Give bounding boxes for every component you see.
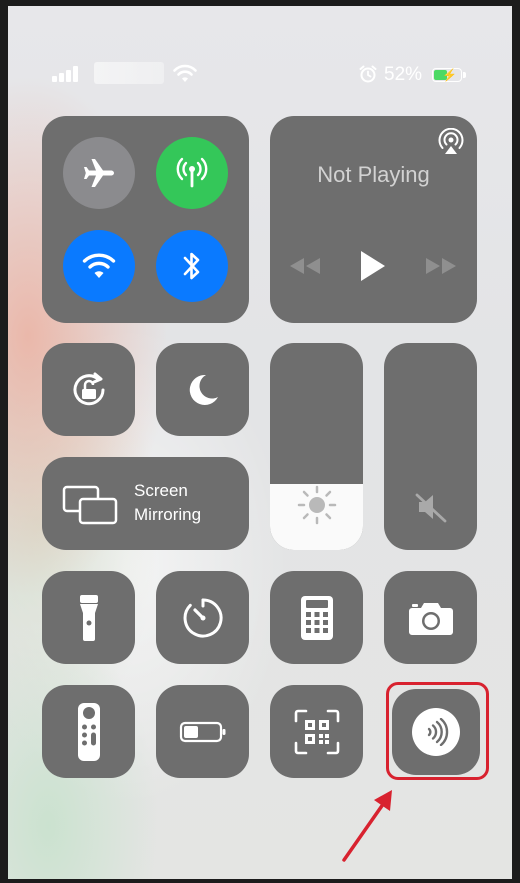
red-arrow-icon <box>342 790 392 862</box>
speaker-muted-icon <box>415 493 447 523</box>
cellular-data-button[interactable] <box>156 137 228 209</box>
qr-code-scanner-button[interactable] <box>270 685 363 778</box>
battery-charging-icon: ⚡ <box>432 68 466 82</box>
airplane-icon <box>84 159 114 187</box>
moon-icon <box>189 374 218 405</box>
camera-button[interactable] <box>384 571 477 664</box>
cellular-signal-icon <box>52 64 82 82</box>
rotation-lock-button[interactable] <box>42 343 135 436</box>
control-center: 52% ⚡ Not Playing Screen Mirroring <box>8 6 512 879</box>
fast-forward-icon[interactable] <box>424 256 458 276</box>
playback-controls <box>270 246 477 286</box>
wifi-icon <box>82 253 116 278</box>
connectivity-module <box>42 116 249 323</box>
camera-icon <box>408 602 453 635</box>
low-power-mode-button[interactable] <box>156 685 249 778</box>
timer-button[interactable] <box>156 571 249 664</box>
battery-percentage: 52% <box>384 64 423 85</box>
qr-code-scanner-icon <box>294 709 339 754</box>
rotation-lock-icon <box>73 372 104 405</box>
bluetooth-icon <box>183 252 200 280</box>
timer-icon <box>183 597 223 637</box>
sun-icon <box>297 485 337 525</box>
bluetooth-button[interactable] <box>156 230 228 302</box>
volume-slider[interactable] <box>384 343 477 550</box>
screen-mirroring-button[interactable]: Screen Mirroring <box>42 457 249 550</box>
calculator-icon <box>300 595 333 640</box>
screen-mirroring-icon <box>62 485 118 525</box>
do-not-disturb-button[interactable] <box>156 343 249 436</box>
wifi-button[interactable] <box>63 230 135 302</box>
wifi-status-icon <box>173 64 197 82</box>
calculator-button[interactable] <box>270 571 363 664</box>
brightness-slider[interactable] <box>270 343 363 550</box>
alarm-icon <box>359 65 377 83</box>
now-playing-title: Not Playing <box>317 162 430 187</box>
rewind-icon[interactable] <box>288 256 322 276</box>
highlight-box <box>386 682 489 780</box>
cellular-antenna-icon <box>176 157 208 188</box>
apple-tv-remote-button[interactable] <box>42 685 135 778</box>
flashlight-button[interactable] <box>42 571 135 664</box>
now-playing-module[interactable]: Not Playing <box>270 116 477 323</box>
low-power-mode-icon <box>179 721 225 742</box>
apple-tv-remote-icon <box>77 702 100 761</box>
carrier-name-redacted <box>94 62 164 84</box>
airplane-mode-button[interactable] <box>63 137 135 209</box>
flashlight-icon <box>79 594 98 641</box>
screen-mirroring-label: Screen Mirroring <box>134 481 202 524</box>
airplay-icon[interactable] <box>437 128 465 156</box>
play-icon[interactable] <box>358 249 388 283</box>
